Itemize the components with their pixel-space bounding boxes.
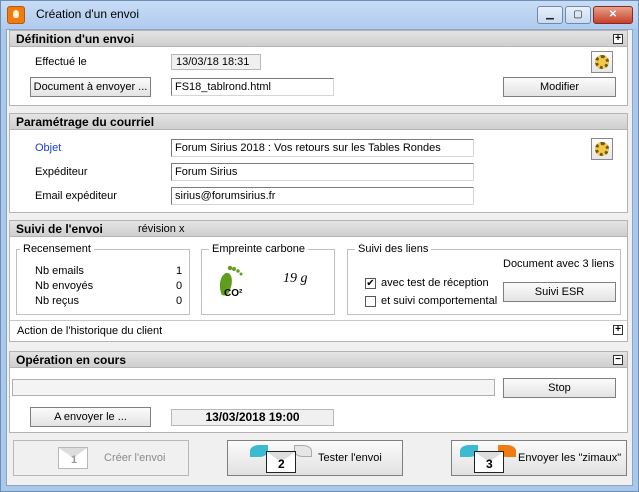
expediteur-label: Expéditeur: [35, 166, 88, 178]
email-label: Email expéditeur: [35, 190, 117, 202]
collapse-icon[interactable]: −: [613, 355, 623, 365]
nb-envoyes-value: 0: [176, 280, 183, 292]
expand-icon[interactable]: +: [613, 34, 623, 44]
operation-header: Opération en cours: [10, 352, 627, 368]
doc-info-label: Document avec 3 liens: [503, 258, 615, 270]
email-field[interactable]: sirius@forumsirius.fr: [171, 187, 474, 205]
objet-gear-icon[interactable]: [591, 138, 613, 160]
window-title: Création d'un envoi: [36, 7, 140, 21]
envoyer-le-button[interactable]: A envoyer le ...: [30, 407, 151, 427]
divider: [10, 320, 627, 321]
nb-emails-value: 1: [176, 265, 183, 277]
app-icon: [7, 6, 25, 24]
progress-bar: [12, 379, 495, 396]
modifier-button[interactable]: Modifier: [503, 77, 616, 97]
effectue-value: 13/03/18 18:31: [171, 54, 261, 70]
courriel-header: Paramétrage du courriel: [10, 114, 627, 130]
objet-label[interactable]: Objet: [35, 142, 61, 154]
nb-recus-label: Nb reçus: [35, 295, 80, 307]
tester-label: Tester l'envoi: [318, 452, 382, 464]
historique-label[interactable]: Action de l'historique du client: [17, 325, 162, 337]
liens-title: Suivi des liens: [355, 243, 432, 255]
carbone-value: 19 g: [283, 271, 308, 286]
nb-recus-value: 0: [176, 295, 183, 307]
expediteur-field[interactable]: Forum Sirius: [171, 163, 474, 181]
settings-gear-icon[interactable]: [591, 51, 613, 73]
minimize-icon[interactable]: ▁: [537, 6, 563, 24]
creer-button[interactable]: 1 Créer l'envoi: [13, 440, 189, 476]
nb-envoyes-label: Nb envoyés: [35, 280, 94, 292]
historique-expand-icon[interactable]: +: [613, 325, 623, 335]
maximize-icon[interactable]: ▢: [565, 6, 591, 24]
stop-button[interactable]: Stop: [503, 378, 616, 398]
recensement-title: Recensement: [20, 243, 94, 255]
date-envoi-field: 13/03/2018 19:00: [171, 409, 334, 426]
reception-label: avec test de réception: [381, 277, 489, 289]
envelope-2-number: 2: [278, 457, 285, 471]
comportemental-checkbox[interactable]: [365, 296, 376, 307]
suivi-esr-button[interactable]: Suivi ESR: [503, 282, 616, 302]
comportemental-label: et suivi comportemental: [381, 295, 498, 307]
wing-right-icon: [294, 445, 312, 457]
co2-label: CO²: [224, 288, 243, 299]
document-field[interactable]: FS18_tablrond.html: [171, 78, 334, 96]
close-icon[interactable]: ✕: [593, 6, 633, 24]
carbone-title: Empreinte carbone: [209, 243, 308, 255]
tester-button[interactable]: 2 Tester l'envoi: [227, 440, 403, 476]
objet-field[interactable]: Forum Sirius 2018 : Vos retours sur les …: [171, 139, 474, 157]
envoyer-label: Envoyer les "zimaux": [518, 452, 622, 464]
definition-header: Définition d'un envoi: [10, 31, 627, 47]
creer-label: Créer l'envoi: [104, 452, 166, 464]
document-button[interactable]: Document à envoyer ...: [30, 77, 151, 97]
envelope-1-number: 1: [71, 454, 78, 466]
reception-checkbox[interactable]: ✔: [365, 278, 376, 289]
nb-emails-label: Nb emails: [35, 265, 84, 277]
envoyer-button[interactable]: 3 Envoyer les "zimaux": [451, 440, 627, 476]
effectue-label: Effectué le: [35, 56, 87, 68]
envelope-3-number: 3: [486, 457, 493, 471]
suivi-header: Suivi de l'envoi: [10, 221, 627, 237]
revision-label: révision x: [138, 223, 185, 235]
